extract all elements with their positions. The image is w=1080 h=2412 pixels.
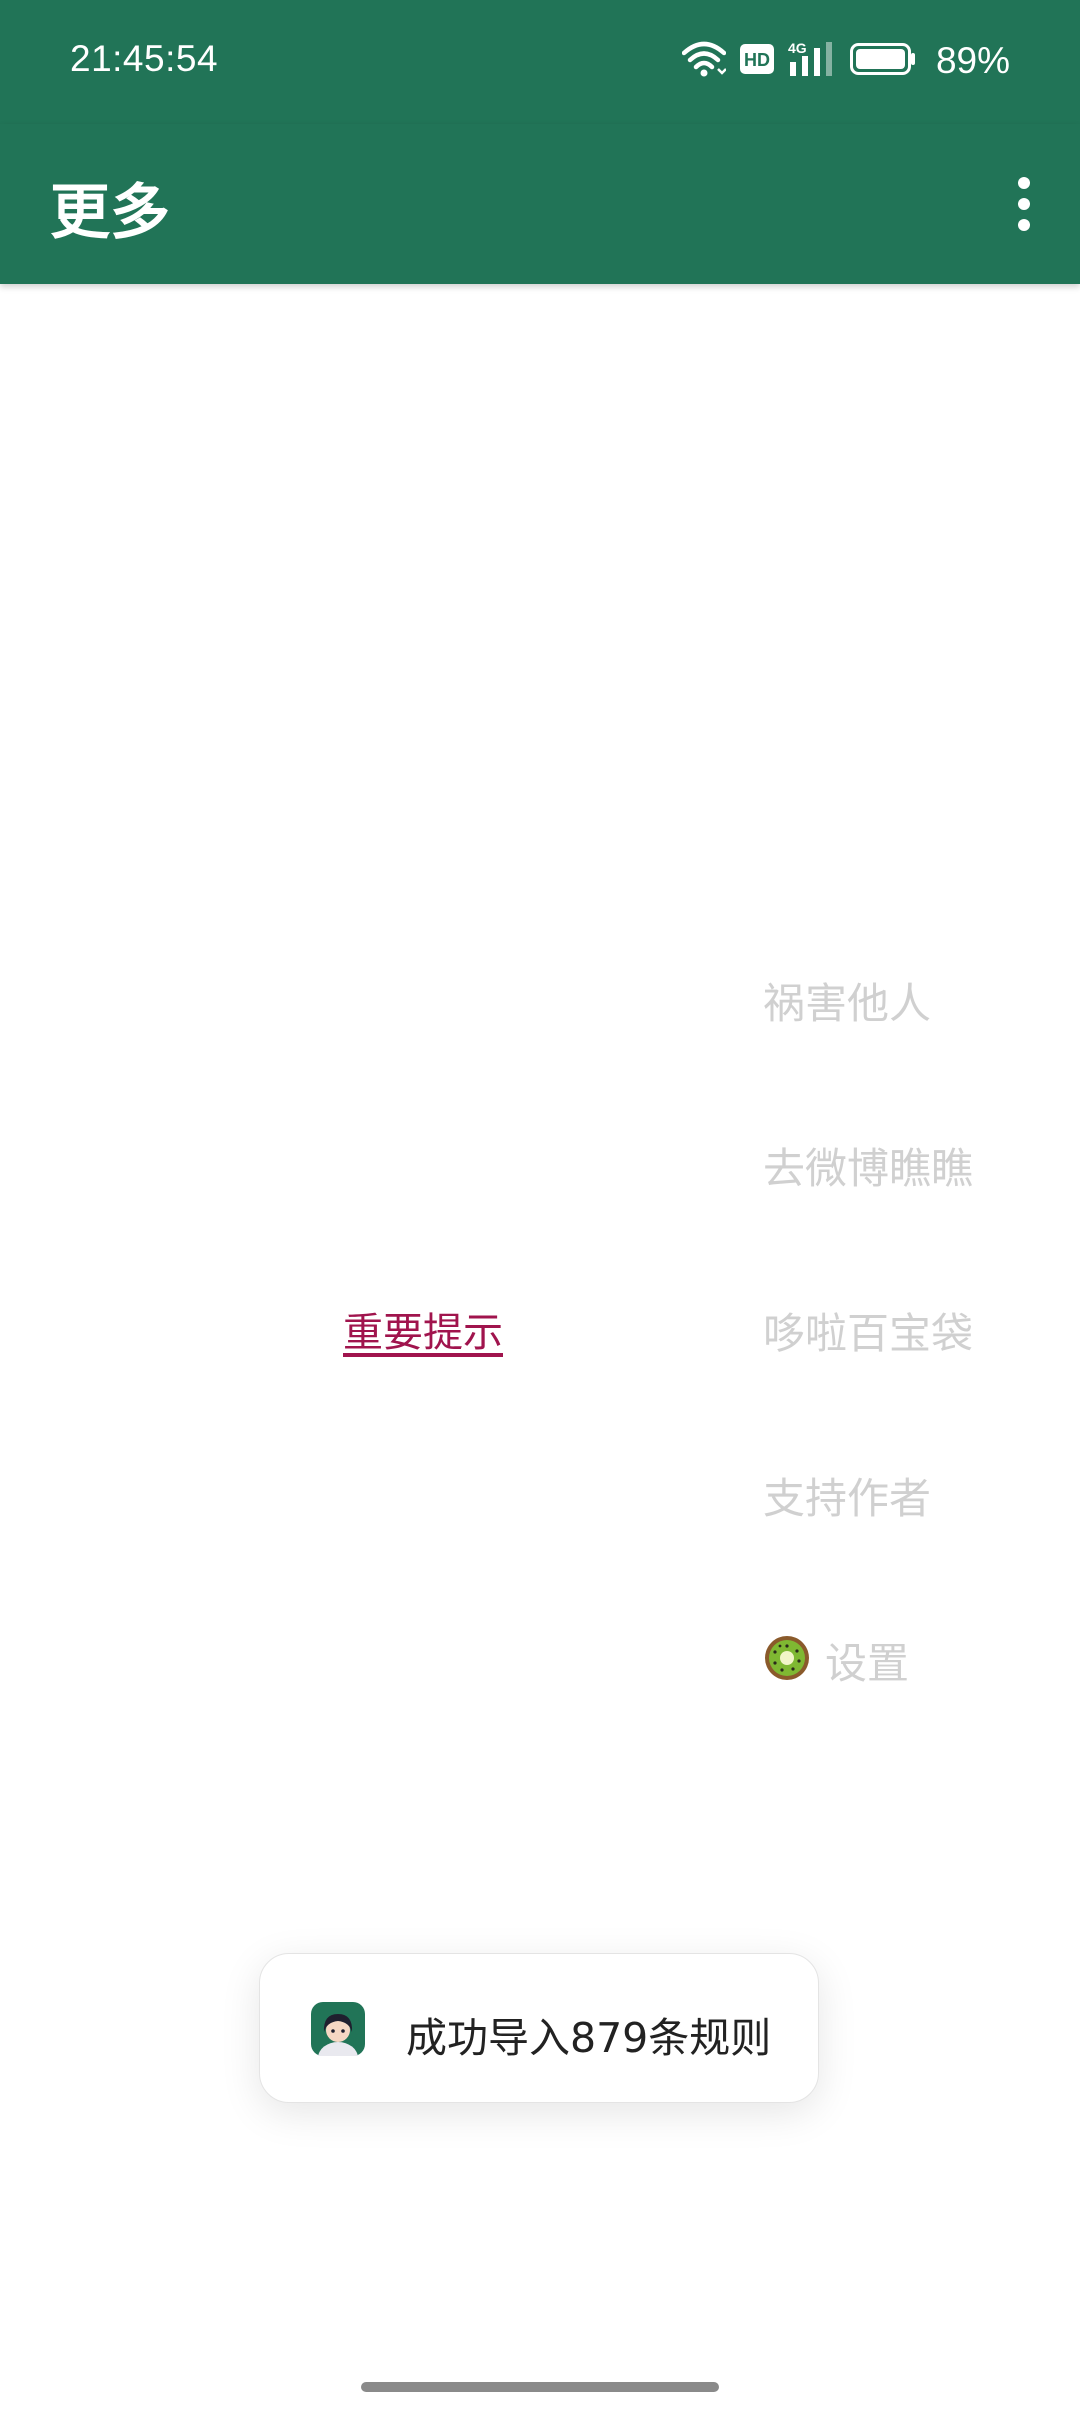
status-time: 21:45:54 (70, 38, 219, 79)
battery-percent: 89% (935, 40, 1010, 81)
screen: 21:45:54 HD 4G 89% 更多 祸害他人 去微博瞧瞧 哆啦百宝袋 支… (0, 0, 1080, 2412)
more-vert-icon-dot-3 (1018, 219, 1030, 231)
menu-item-visit-weibo[interactable]: 去微博瞧瞧 (763, 1135, 973, 1196)
kiwi-icon (763, 1634, 811, 1692)
page-title: 更多 (50, 178, 170, 248)
menu-item-harm-others[interactable]: 祸害他人 (763, 970, 931, 1031)
status-icons: HD 4G 89% (681, 38, 1010, 84)
wifi-icon (681, 39, 727, 83)
important-notice-link[interactable]: 重要提示 (343, 1300, 503, 1358)
menu-item-settings-label: 设置 (825, 1639, 910, 1688)
network-type-text: 4G (788, 40, 807, 56)
menu-item-support-author[interactable]: 支持作者 (763, 1465, 931, 1526)
hd-badge-text: HD (744, 50, 770, 70)
hd-icon: HD (739, 44, 774, 78)
toast-message: 成功导入879条规则 (406, 2014, 772, 2062)
menu-item-doraemon-pocket[interactable]: 哆啦百宝袋 (763, 1300, 973, 1361)
toast: 成功导入879条规则 (259, 1953, 819, 2103)
app-avatar-icon (311, 2002, 365, 2074)
menu-item-settings[interactable]: 设置 (763, 1630, 909, 1692)
app-bar: 更多 (0, 124, 1080, 284)
more-vert-icon-dot-2 (1018, 198, 1030, 210)
status-bar: 21:45:54 HD 4G 89% (0, 0, 1080, 124)
more-options-button[interactable] (992, 164, 1056, 244)
gesture-nav-bar[interactable] (361, 2382, 719, 2392)
cellular-signal-icon: 4G (788, 40, 836, 82)
more-vert-icon (1018, 177, 1030, 189)
battery-icon (849, 43, 916, 79)
